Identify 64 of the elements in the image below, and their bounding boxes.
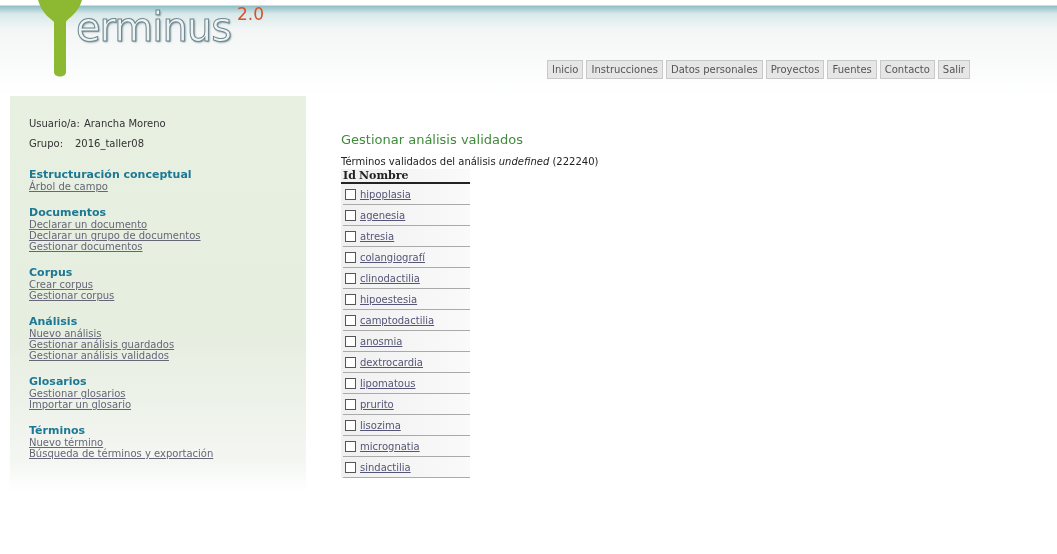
group-label: Grupo:: [29, 137, 65, 151]
nav-button[interactable]: Datos personales: [665, 60, 763, 79]
sidebar-link[interactable]: Nuevo término: [29, 437, 104, 448]
section-title: Corpus: [29, 266, 74, 279]
section-title: Documentos: [29, 206, 108, 219]
row-checkbox[interactable]: [345, 272, 356, 284]
section-title: Análisis: [29, 315, 79, 328]
term-link[interactable]: micrognatia: [360, 440, 420, 452]
term-link[interactable]: dextrocardia: [360, 356, 423, 368]
row-checkbox[interactable]: [345, 356, 356, 368]
term-link[interactable]: hipoestesia: [360, 293, 418, 305]
row-checkbox[interactable]: [345, 209, 356, 221]
term-link[interactable]: agenesia: [360, 209, 406, 221]
sidebar-link[interactable]: Importar un glosario: [29, 399, 132, 410]
term-link[interactable]: atresia: [360, 230, 395, 242]
row-checkbox[interactable]: [345, 419, 356, 431]
term-link[interactable]: camptodactilia: [360, 314, 435, 326]
term-link[interactable]: lisozima: [360, 419, 401, 431]
sidebar-link[interactable]: Gestionar corpus: [29, 290, 115, 301]
sidebar-link[interactable]: Declarar un documento: [29, 219, 148, 230]
sidebar-link[interactable]: Gestionar análisis guardados: [29, 339, 175, 350]
row-checkbox[interactable]: [345, 251, 356, 263]
sidebar-link[interactable]: Declarar un grupo de documentos: [29, 230, 201, 241]
sidebar-link[interactable]: Nuevo análisis: [29, 328, 102, 339]
row-checkbox[interactable]: [345, 398, 356, 410]
row-checkbox[interactable]: [345, 440, 356, 452]
sidebar-link[interactable]: Gestionar análisis validados: [29, 350, 169, 361]
term-link[interactable]: clinodactilia: [360, 272, 420, 284]
sidebar-link[interactable]: Gestionar documentos: [29, 241, 143, 252]
logo-text: erminus: [76, 4, 231, 50]
row-checkbox[interactable]: [345, 377, 356, 389]
user-label: Usuario/a:: [29, 117, 80, 131]
version-label: 2.0: [237, 4, 265, 24]
row-checkbox[interactable]: [345, 230, 356, 242]
sidebar-link[interactable]: Árbol de campo: [29, 181, 108, 192]
term-link[interactable]: colangiografí: [360, 251, 425, 263]
nav-button[interactable]: Proyectos: [765, 60, 825, 79]
row-checkbox[interactable]: [345, 335, 356, 347]
term-link[interactable]: anosmia: [360, 335, 403, 347]
nav-button[interactable]: Instrucciones: [586, 60, 663, 79]
page-title: Gestionar análisis validados: [341, 132, 524, 147]
nav-button[interactable]: Contacto: [879, 60, 935, 79]
term-link[interactable]: sindactilia: [360, 461, 411, 473]
row-checkbox[interactable]: [345, 188, 356, 200]
sidebar-link[interactable]: Gestionar glosarios: [29, 388, 126, 399]
section-title: Estructuración conceptual: [29, 168, 193, 181]
term-link[interactable]: prurito: [360, 398, 394, 410]
nav-button[interactable]: Salir: [937, 60, 970, 79]
term-link[interactable]: hipoplasia: [360, 188, 411, 200]
group-name: 2016_taller08: [75, 137, 145, 152]
row-checkbox[interactable]: [345, 293, 356, 305]
row-checkbox[interactable]: [345, 461, 356, 473]
row-checkbox[interactable]: [345, 314, 356, 326]
sidebar-link[interactable]: Crear corpus: [29, 279, 94, 290]
user-name: Arancha Moreno: [83, 117, 166, 131]
sidebar-link[interactable]: Búsqueda de términos y exportación: [29, 448, 214, 459]
term-link[interactable]: lipomatous: [360, 377, 416, 389]
section-title: Glosarios: [29, 375, 88, 388]
nav-button[interactable]: Inicio: [547, 60, 584, 79]
column-header: Id: [342, 169, 357, 182]
section-title: Términos: [29, 424, 87, 437]
column-header: Nombre: [359, 169, 409, 182]
table-caption: Términos validados del análisis undefined (222240): [341, 156, 599, 167]
nav-button[interactable]: Fuentes: [827, 60, 877, 79]
